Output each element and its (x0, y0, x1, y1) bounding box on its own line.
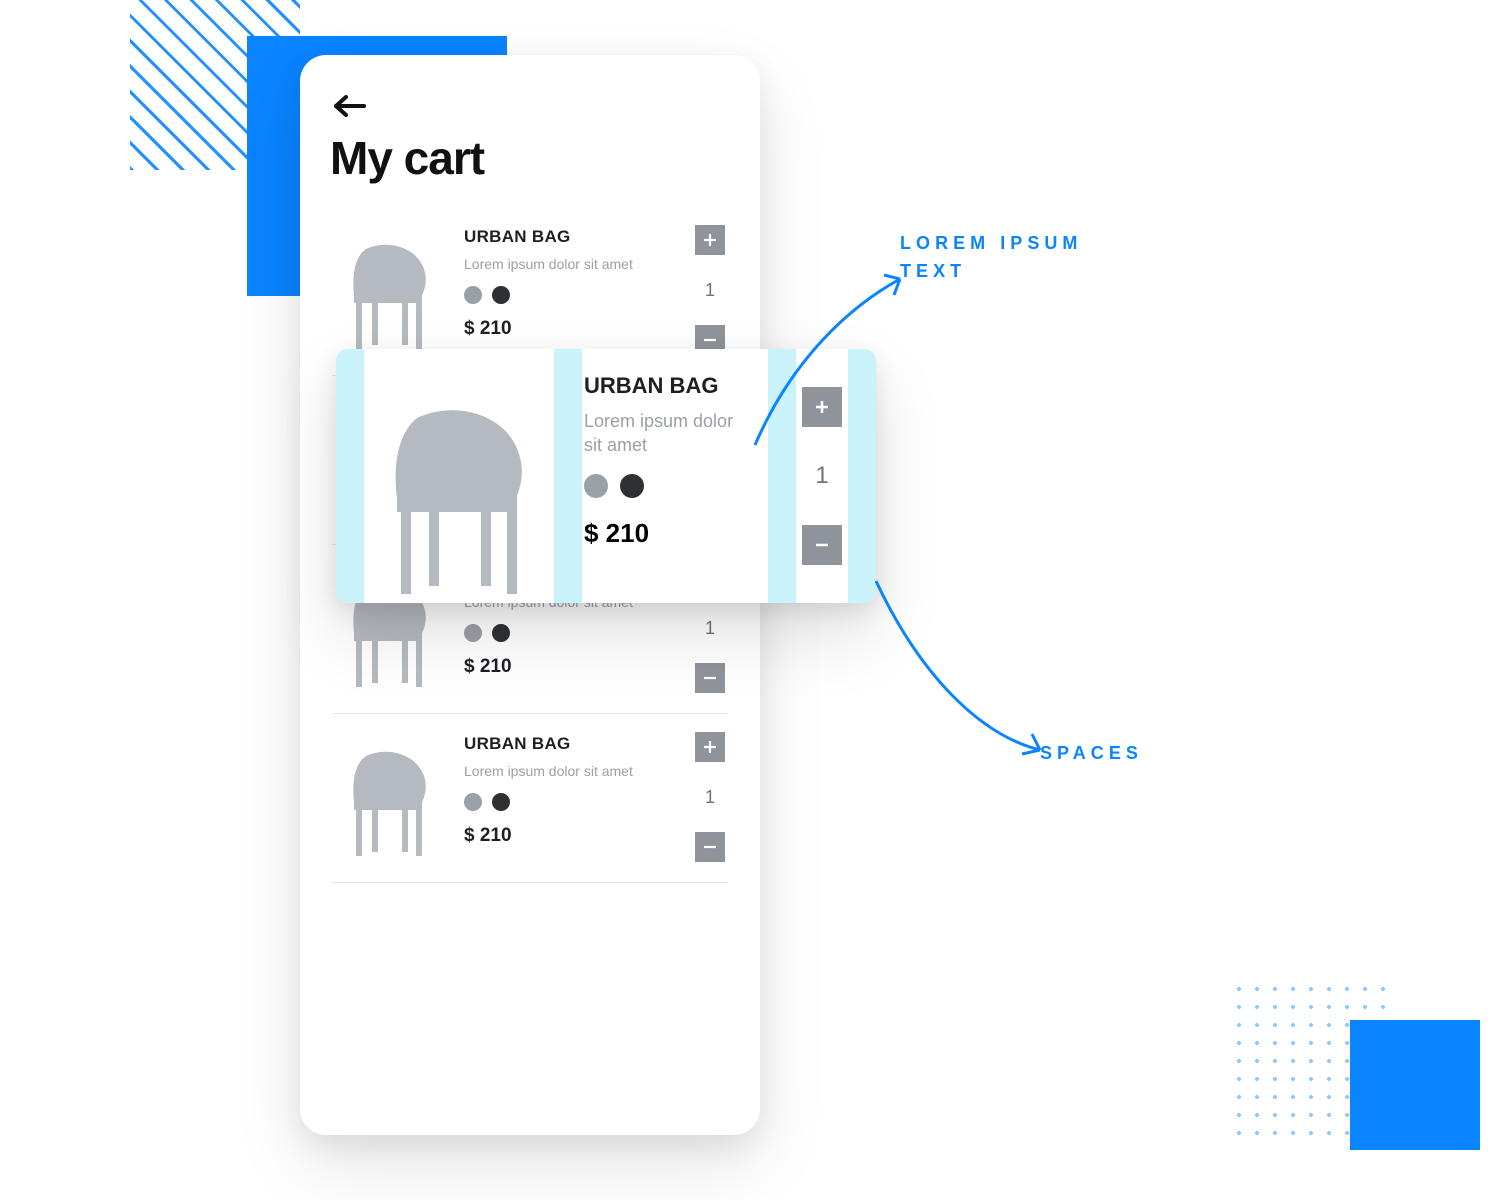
decrement-button[interactable] (695, 663, 725, 693)
swatch-gray[interactable] (464, 793, 482, 811)
increment-button[interactable] (802, 387, 842, 427)
decrement-button[interactable] (802, 525, 842, 565)
annotation-spaces: SPACES (1040, 740, 1143, 768)
product-desc: Lorem ipsum dolor sit amet (584, 409, 752, 458)
swatch-black[interactable] (492, 793, 510, 811)
color-swatches (464, 286, 674, 304)
quantity-value: 1 (815, 462, 828, 490)
swatch-black[interactable] (492, 624, 510, 642)
annotation-lorem: LOREM IPSUM TEXT (900, 230, 1140, 286)
increment-button[interactable] (695, 732, 725, 762)
product-desc: Lorem ipsum dolor sit amet (464, 255, 634, 274)
product-price: $ 210 (464, 825, 674, 847)
product-name: URBAN BAG (464, 734, 674, 754)
swatch-gray[interactable] (584, 474, 608, 498)
zoom-card: URBAN BAG Lorem ipsum dolor sit amet $ 2… (336, 349, 876, 603)
color-swatches (464, 624, 674, 642)
cart-item: URBAN BAG Lorem ipsum dolor sit amet $ 2… (330, 714, 730, 882)
divider (332, 882, 728, 883)
product-image (364, 349, 554, 603)
swatch-black[interactable] (620, 474, 644, 498)
swatch-gray[interactable] (464, 286, 482, 304)
quantity-value: 1 (705, 787, 715, 808)
color-swatches (464, 793, 674, 811)
product-price: $ 210 (464, 318, 674, 340)
product-price: $ 210 (464, 656, 674, 678)
annotation-arrow-icon (870, 575, 1050, 775)
quantity-stepper: 1 (796, 349, 848, 603)
product-name: URBAN BAG (584, 373, 752, 399)
back-icon[interactable] (330, 91, 370, 121)
decrement-button[interactable] (695, 832, 725, 862)
swatch-black[interactable] (492, 286, 510, 304)
product-price: $ 210 (584, 518, 752, 549)
quantity-value: 1 (705, 280, 715, 301)
decor-blue-square (1350, 1020, 1480, 1150)
spacing-indicator (768, 349, 796, 603)
product-desc: Lorem ipsum dolor sit amet (464, 762, 634, 781)
product-image (330, 732, 448, 862)
product-image (330, 225, 448, 355)
product-name: URBAN BAG (464, 227, 674, 247)
page-title: My cart (330, 131, 730, 185)
swatch-gray[interactable] (464, 624, 482, 642)
increment-button[interactable] (695, 225, 725, 255)
spacing-indicator (336, 349, 364, 603)
spacing-indicator (554, 349, 582, 603)
quantity-stepper: 1 (690, 225, 730, 355)
color-swatches (584, 474, 752, 498)
spacing-indicator (848, 349, 876, 603)
quantity-value: 1 (705, 618, 715, 639)
quantity-stepper: 1 (690, 732, 730, 862)
